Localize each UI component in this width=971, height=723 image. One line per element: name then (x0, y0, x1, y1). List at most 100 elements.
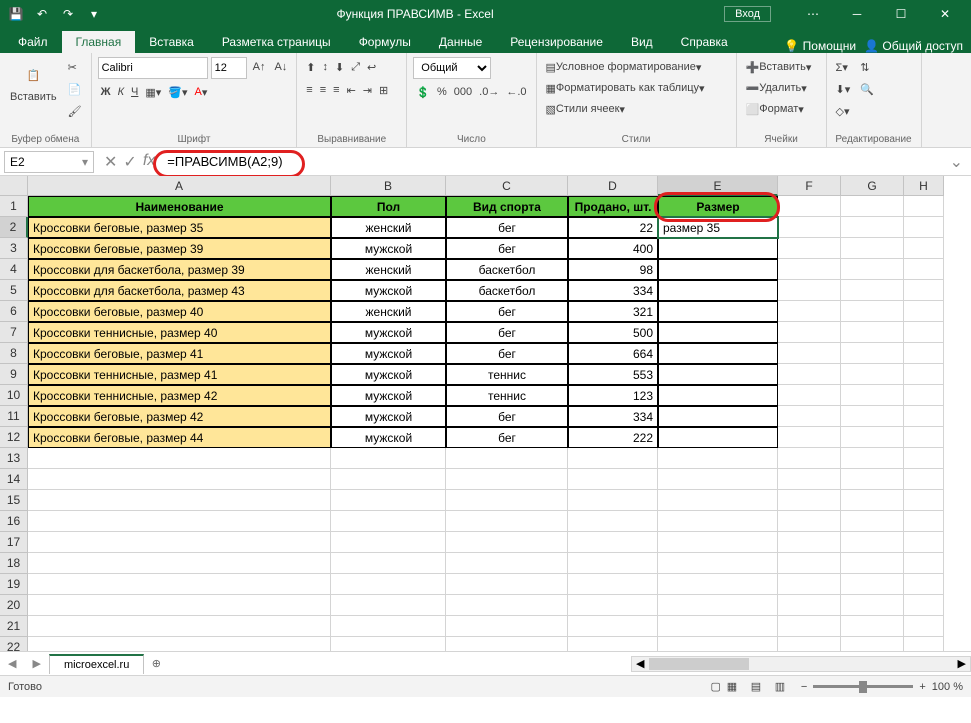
cell-c2[interactable]: бег (446, 217, 568, 238)
sheet-nav-prev-icon[interactable]: ◀ (0, 657, 24, 670)
cell-a7[interactable]: Кроссовки теннисные, размер 40 (28, 322, 331, 343)
cell[interactable] (841, 217, 904, 238)
cell[interactable] (904, 406, 944, 427)
row-header-13[interactable]: 13 (0, 448, 28, 469)
col-header-A[interactable]: A (28, 176, 331, 196)
find-select-icon[interactable]: 🔍 (857, 79, 877, 99)
cell-e7[interactable] (658, 322, 778, 343)
cell[interactable] (446, 637, 568, 651)
cell-d2[interactable]: 22 (568, 217, 658, 238)
row-header-7[interactable]: 7 (0, 322, 28, 343)
cell[interactable] (28, 574, 331, 595)
cell[interactable] (446, 532, 568, 553)
row-header-8[interactable]: 8 (0, 343, 28, 364)
cell[interactable] (841, 448, 904, 469)
cell[interactable] (841, 490, 904, 511)
indent-decrease-icon[interactable]: ⇤ (344, 80, 359, 100)
row-header-5[interactable]: 5 (0, 280, 28, 301)
cell[interactable] (28, 637, 331, 651)
sort-filter-icon[interactable]: ⇅ (857, 57, 877, 77)
insert-cells-button[interactable]: ➕ Вставить▾ (743, 57, 815, 77)
cell[interactable] (331, 532, 446, 553)
cell-b7[interactable]: мужской (331, 322, 446, 343)
cell[interactable] (446, 511, 568, 532)
cell[interactable] (778, 280, 841, 301)
cell[interactable] (778, 574, 841, 595)
wrap-text-icon[interactable]: ↩ (364, 57, 379, 77)
tab-file[interactable]: Файл (4, 31, 62, 53)
cell[interactable] (568, 448, 658, 469)
cell[interactable] (904, 238, 944, 259)
row-header-22[interactable]: 22 (0, 637, 28, 651)
cell[interactable] (658, 595, 778, 616)
cell[interactable] (331, 616, 446, 637)
header-cell[interactable]: Размер (658, 196, 778, 217)
tab-view[interactable]: Вид (617, 31, 667, 53)
increase-font-icon[interactable]: A↑ (250, 57, 269, 77)
close-icon[interactable]: ✕ (923, 0, 967, 28)
col-header-B[interactable]: B (331, 176, 446, 196)
format-as-table-button[interactable]: ▦ Форматировать как таблицу▾ (543, 78, 708, 98)
row-header-14[interactable]: 14 (0, 469, 28, 490)
cell-a5[interactable]: Кроссовки для баскетбола, размер 43 (28, 280, 331, 301)
cell[interactable] (446, 553, 568, 574)
cell[interactable] (658, 511, 778, 532)
cell[interactable] (658, 490, 778, 511)
cell[interactable] (904, 385, 944, 406)
formula-input[interactable]: =ПРАВСИМВ(A2;9) (161, 154, 941, 169)
cell[interactable] (778, 553, 841, 574)
font-name-input[interactable] (98, 57, 208, 79)
merge-icon[interactable]: ⊞ (376, 80, 391, 100)
font-size-input[interactable] (211, 57, 247, 79)
delete-cells-button[interactable]: ➖ Удалить▾ (743, 78, 810, 98)
percent-icon[interactable]: % (434, 82, 450, 102)
cell[interactable] (568, 490, 658, 511)
cell[interactable] (778, 469, 841, 490)
cell-e12[interactable] (658, 427, 778, 448)
cell-e9[interactable] (658, 364, 778, 385)
cell[interactable] (446, 595, 568, 616)
cell[interactable] (904, 217, 944, 238)
cell[interactable] (841, 511, 904, 532)
copy-icon[interactable]: 📄 (65, 79, 85, 99)
increase-decimal-icon[interactable]: .0→ (476, 82, 502, 102)
orientation-icon[interactable]: ⤢ (348, 57, 363, 77)
col-header-F[interactable]: F (778, 176, 841, 196)
cell[interactable] (658, 448, 778, 469)
header-cell[interactable]: Наименование (28, 196, 331, 217)
cell[interactable] (331, 637, 446, 651)
cell-e10[interactable] (658, 385, 778, 406)
cell-b10[interactable]: мужской (331, 385, 446, 406)
zoom-in-icon[interactable]: + (919, 681, 925, 693)
clear-icon[interactable]: ◇▾ (833, 101, 854, 121)
cell[interactable] (28, 553, 331, 574)
cell-b9[interactable]: мужской (331, 364, 446, 385)
page-layout-view-icon[interactable]: ▤ (745, 678, 767, 696)
cell[interactable] (331, 511, 446, 532)
cell-b12[interactable]: мужской (331, 427, 446, 448)
redo-icon[interactable]: ↷ (56, 2, 80, 26)
cell[interactable] (904, 196, 944, 217)
cell[interactable] (904, 301, 944, 322)
cell-b3[interactable]: мужской (331, 238, 446, 259)
cell-a12[interactable]: Кроссовки беговые, размер 44 (28, 427, 331, 448)
cell[interactable] (446, 469, 568, 490)
cell[interactable] (28, 616, 331, 637)
row-header-18[interactable]: 18 (0, 553, 28, 574)
ribbon-options-icon[interactable]: ⋯ (791, 0, 835, 28)
cell[interactable] (841, 469, 904, 490)
col-header-D[interactable]: D (568, 176, 658, 196)
cell-b8[interactable]: мужской (331, 343, 446, 364)
cell[interactable] (904, 637, 944, 651)
tab-home[interactable]: Главная (62, 31, 136, 53)
save-icon[interactable]: 💾 (4, 2, 28, 26)
cell-c6[interactable]: бег (446, 301, 568, 322)
cell-styles-button[interactable]: ▧ Стили ячеек▾ (543, 99, 628, 119)
row-header-10[interactable]: 10 (0, 385, 28, 406)
cell[interactable] (778, 448, 841, 469)
cell[interactable] (904, 490, 944, 511)
cell[interactable] (841, 637, 904, 651)
header-cell[interactable]: Пол (331, 196, 446, 217)
row-header-1[interactable]: 1 (0, 196, 28, 217)
cell[interactable] (841, 532, 904, 553)
